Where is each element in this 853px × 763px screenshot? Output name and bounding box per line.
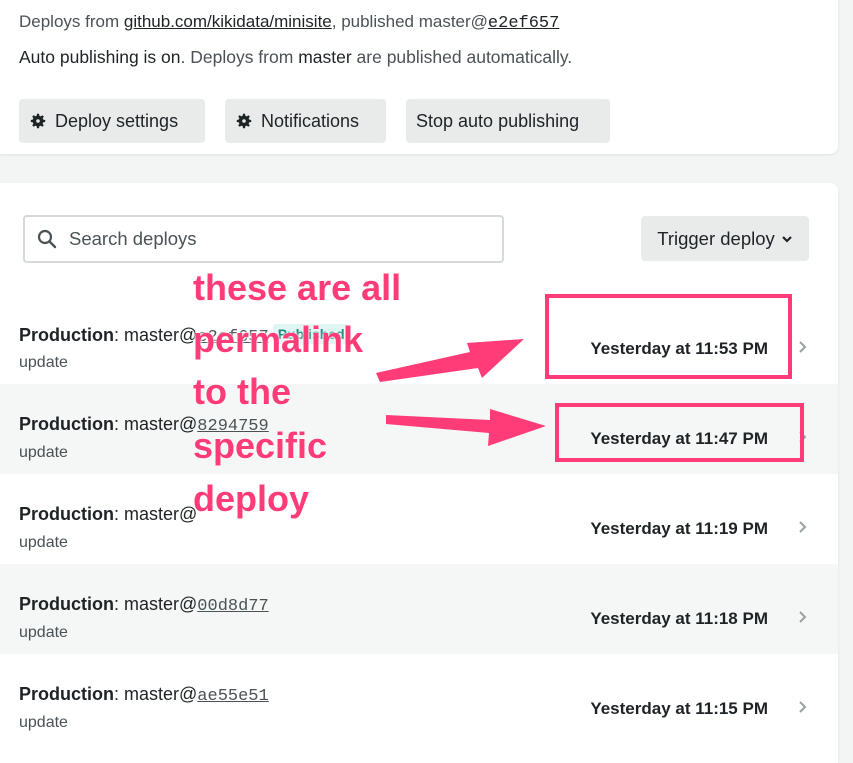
deploy-sha-link[interactable]: e2ef657	[197, 328, 268, 347]
deploy-title: Production: master@ae55e51	[19, 684, 269, 706]
deploy-context: Production	[19, 504, 114, 524]
deploy-branch: : master@	[114, 414, 198, 434]
chevron-right-icon	[799, 611, 807, 623]
deploy-branch: : master@	[114, 504, 198, 524]
deploy-message: update	[19, 714, 68, 731]
deploy-row[interactable]: Production: master@00d8d77 update Yesterda…	[0, 564, 838, 654]
deploys-from-text: Deploys from github.com/kikidata/minisit…	[19, 12, 560, 33]
trigger-deploy-button[interactable]: Trigger deploy	[641, 216, 809, 261]
deploy-sha-link[interactable]: 00d8d77	[197, 597, 268, 616]
deploy-message: update	[19, 354, 68, 371]
deploy-branch: : master@	[114, 594, 198, 614]
chevron-right-icon	[799, 431, 807, 443]
deploy-title: Production: master@e2ef657 Published	[19, 324, 350, 347]
published-sha-link[interactable]: e2ef657	[488, 14, 559, 33]
deploy-time-permalink[interactable]: Yesterday at 11:53 PM	[590, 339, 768, 359]
deploy-row[interactable]: Production: master@8294759 update Yesterda…	[0, 384, 838, 474]
repo-link[interactable]: github.com/kikidata/minisite	[124, 12, 332, 31]
deploy-time-permalink[interactable]: Yesterday at 11:47 PM	[590, 429, 768, 449]
deploy-branch: : master@	[114, 325, 198, 345]
chevron-right-icon	[799, 701, 807, 713]
deploy-time-permalink[interactable]: Yesterday at 11:15 PM	[590, 699, 768, 719]
deploy-time-permalink[interactable]: Yesterday at 11:18 PM	[590, 609, 768, 629]
deploy-time-permalink[interactable]: Yesterday at 11:19 PM	[590, 519, 768, 539]
gear-icon	[236, 113, 252, 129]
stop-auto-publishing-button[interactable]: Stop auto publishing	[406, 99, 610, 143]
search-input[interactable]	[67, 227, 491, 251]
deploy-message: update	[19, 624, 68, 641]
deploy-context: Production	[19, 594, 114, 614]
chevron-down-icon	[782, 235, 792, 243]
deploy-message: update	[19, 444, 68, 461]
chevron-right-icon	[799, 341, 807, 353]
deploy-context: Production	[19, 414, 114, 434]
chevron-right-icon	[799, 521, 807, 533]
deploy-branch: : master@	[114, 684, 198, 704]
deploy-sha-link[interactable]: ae55e51	[197, 687, 268, 706]
deploy-sha-link[interactable]: 8294759	[197, 417, 268, 436]
deploy-title: Production: master@00d8d77	[19, 594, 269, 616]
search-box	[23, 215, 504, 263]
deploy-context: Production	[19, 325, 114, 345]
notifications-button[interactable]: Notifications	[225, 99, 386, 143]
deploy-message: update	[19, 534, 68, 551]
published-badge: Published	[272, 324, 350, 344]
deploy-settings-button[interactable]: Deploy settings	[19, 99, 205, 143]
deploy-row[interactable]: Production: master@e2ef657 Published updat…	[0, 294, 838, 384]
deploy-context: Production	[19, 684, 114, 704]
deploy-row[interactable]: Production: master@ update Yesterday at 11…	[0, 474, 838, 564]
auto-publishing-status: Auto publishing is on. Deploys from mast…	[19, 47, 573, 67]
deploy-row[interactable]: Production: master@ae55e51 update Yesterda…	[0, 654, 838, 744]
search-icon	[37, 229, 57, 249]
deploy-title: Production: master@	[19, 504, 197, 526]
gear-icon	[30, 113, 46, 129]
deploy-title: Production: master@8294759	[19, 414, 269, 436]
